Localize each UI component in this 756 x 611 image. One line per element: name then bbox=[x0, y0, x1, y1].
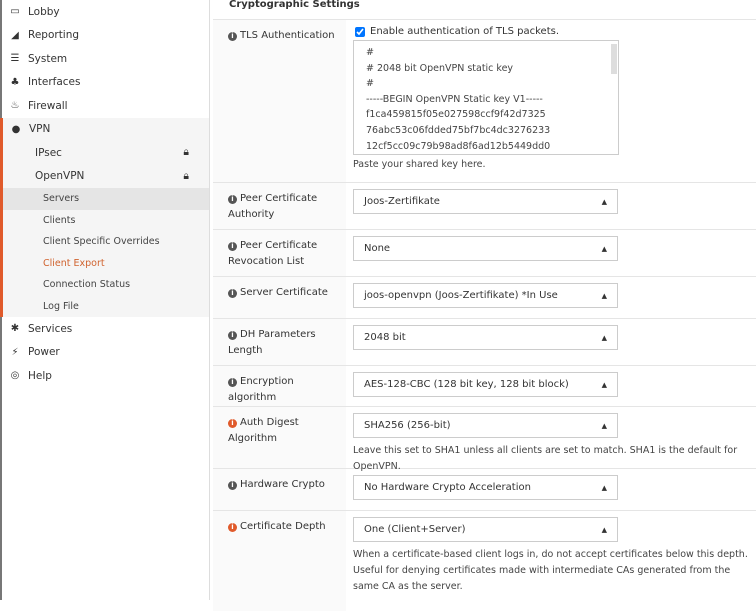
caret-up-icon: ▲ bbox=[601, 291, 607, 300]
plug-icon: ⚡ bbox=[11, 346, 19, 358]
nav-connection-status[interactable]: Connection Status bbox=[3, 274, 209, 296]
nav-client-specific-overrides[interactable]: Client Specific Overrides bbox=[3, 231, 209, 253]
row-tls-authentication: i TLS Authentication Enable authenticatio… bbox=[213, 20, 756, 183]
lifebuoy-icon: ◎ bbox=[10, 370, 20, 382]
info-icon[interactable]: i bbox=[228, 289, 237, 298]
nav-vpn[interactable]: ● VPN bbox=[3, 118, 209, 142]
nav-client-export[interactable]: Client Export bbox=[3, 253, 209, 275]
lock-icon: 🔒︎ bbox=[183, 169, 189, 182]
hardware-crypto-select[interactable]: No Hardware Crypto Acceleration ▲ bbox=[353, 475, 618, 500]
peer-crl-select[interactable]: None ▲ bbox=[353, 236, 618, 261]
caret-up-icon: ▲ bbox=[601, 421, 607, 430]
nav-lobby[interactable]: ▭ Lobby bbox=[2, 0, 209, 24]
info-icon[interactable]: i bbox=[228, 331, 237, 340]
tls-key-textarea[interactable]: # # 2048 bit OpenVPN static key # -----B… bbox=[353, 40, 619, 155]
info-icon[interactable]: i bbox=[228, 242, 237, 251]
row-certificate-depth: i Certificate Depth One (Client+Server) ▲ … bbox=[213, 511, 756, 611]
section-title: Cryptographic Settings bbox=[213, 0, 756, 20]
nav-help[interactable]: ◎ Help bbox=[2, 364, 209, 388]
encryption-algorithm-select[interactable]: AES-128-CBC (128 bit key, 128 bit block)… bbox=[353, 372, 618, 397]
textarea-scrollbar[interactable] bbox=[611, 44, 617, 74]
tls-checkbox-row[interactable]: Enable authentication of TLS packets. bbox=[353, 26, 756, 37]
main-content: Cryptographic Settings i TLS Authenticati… bbox=[213, 0, 756, 611]
caret-up-icon: ▲ bbox=[601, 333, 607, 342]
dh-length-select[interactable]: 2048 bit ▲ bbox=[353, 325, 618, 350]
row-encryption-algorithm: i Encryption algorithm AES-128-CBC (128 b… bbox=[213, 366, 756, 407]
tls-help: Paste your shared key here. bbox=[353, 159, 486, 170]
info-icon[interactable]: i bbox=[228, 195, 237, 204]
caret-up-icon: ▲ bbox=[601, 380, 607, 389]
row-auth-digest: i Auth Digest Algorithm SHA256 (256-bit) ▲… bbox=[213, 407, 756, 472]
row-server-certificate: i Server Certificate joos-openvpn (Joos-Z… bbox=[213, 277, 756, 319]
row-peer-ca: i Peer Certificate Authority Joos-Zertifi… bbox=[213, 183, 756, 230]
nav-services[interactable]: ✱ Services bbox=[2, 317, 209, 341]
nav-log-file[interactable]: Log File bbox=[3, 296, 209, 318]
nav-servers[interactable]: Servers bbox=[3, 188, 209, 210]
row-peer-crl: i Peer Certificate Revocation List None ▲ bbox=[213, 230, 756, 277]
auth-digest-select[interactable]: SHA256 (256-bit) ▲ bbox=[353, 413, 618, 438]
nav-system[interactable]: ☰ System bbox=[2, 47, 209, 71]
laptop-icon: ▭ bbox=[10, 6, 20, 18]
nav-openvpn[interactable]: OpenVPN 🔒︎ bbox=[3, 165, 209, 189]
nav-firewall[interactable]: ♨ Firewall bbox=[2, 94, 209, 118]
caret-up-icon: ▲ bbox=[601, 483, 607, 492]
peer-ca-select[interactable]: Joos-Zertifikate ▲ bbox=[353, 189, 618, 214]
row-dh-length: i DH Parameters Length 2048 bit ▲ bbox=[213, 319, 756, 366]
nav-clients[interactable]: Clients bbox=[3, 210, 209, 232]
tls-enable-checkbox[interactable] bbox=[355, 26, 365, 37]
fire-icon: ♨ bbox=[10, 100, 20, 112]
caret-up-icon: ▲ bbox=[601, 197, 607, 206]
globe-icon: ● bbox=[11, 123, 21, 135]
certificate-depth-help: When a certificate-based client logs in,… bbox=[353, 549, 748, 592]
sidebar: ▭ Lobby ◢ Reporting ☰ System ♣ Interfaces ♨ F… bbox=[0, 0, 210, 600]
info-icon[interactable]: i bbox=[228, 481, 237, 490]
nav-ipsec[interactable]: IPsec 🔒︎ bbox=[3, 141, 209, 165]
info-icon[interactable]: i bbox=[228, 378, 237, 387]
caret-up-icon: ▲ bbox=[601, 525, 607, 534]
info-icon[interactable]: i bbox=[228, 32, 237, 41]
info-icon[interactable]: i bbox=[228, 419, 237, 428]
certificate-depth-select[interactable]: One (Client+Server) ▲ bbox=[353, 517, 618, 542]
lock-icon: 🔒︎ bbox=[183, 146, 189, 159]
caret-up-icon: ▲ bbox=[601, 244, 607, 253]
info-icon[interactable]: i bbox=[228, 523, 237, 532]
server-certificate-select[interactable]: joos-openvpn (Joos-Zertifikate) *In Use ▲ bbox=[353, 283, 618, 308]
row-hardware-crypto: i Hardware Crypto No Hardware Crypto Acce… bbox=[213, 469, 756, 511]
gear-icon: ✱ bbox=[10, 323, 20, 335]
area-chart-icon: ◢ bbox=[11, 29, 19, 41]
sitemap-icon: ♣ bbox=[10, 76, 20, 88]
nav-reporting[interactable]: ◢ Reporting bbox=[2, 24, 209, 48]
nav-power[interactable]: ⚡ Power bbox=[2, 341, 209, 365]
server-icon: ☰ bbox=[10, 53, 20, 65]
nav-interfaces[interactable]: ♣ Interfaces bbox=[2, 71, 209, 95]
